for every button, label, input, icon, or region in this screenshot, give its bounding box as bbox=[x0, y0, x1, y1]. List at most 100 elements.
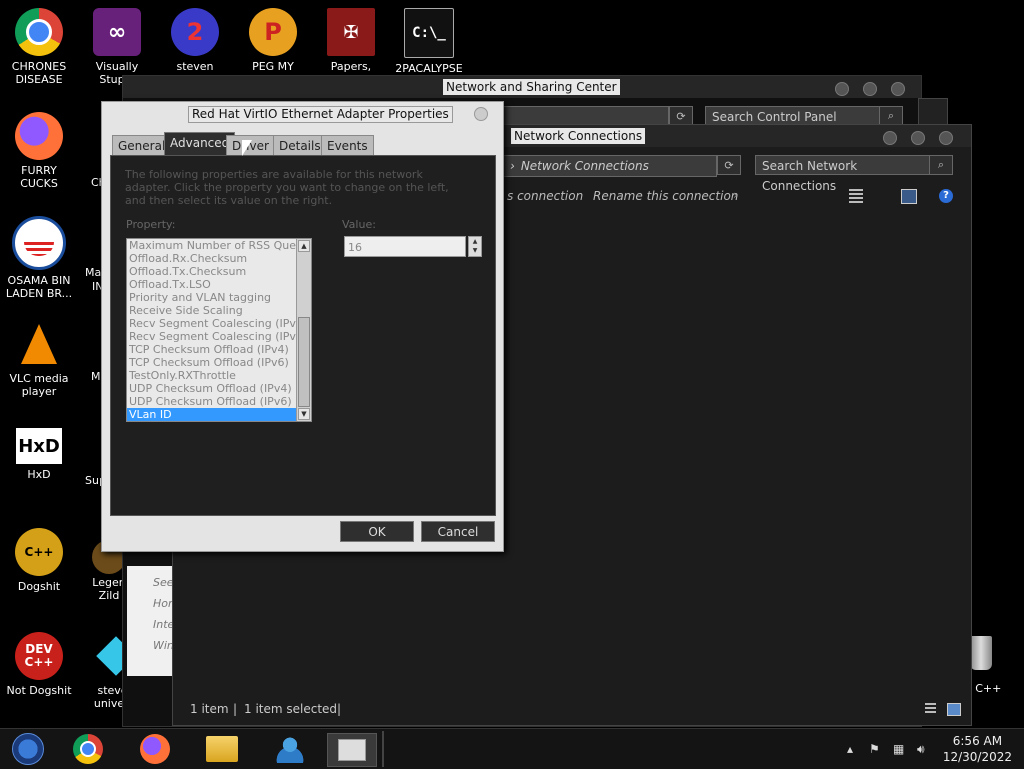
icon-label: Not Dogshit bbox=[6, 684, 72, 697]
list-item[interactable]: Offload.Tx.LSO bbox=[127, 278, 311, 291]
refresh-button[interactable]: ⟳ bbox=[669, 106, 693, 126]
search-control-panel-input[interactable]: Search Control Panel bbox=[705, 106, 881, 126]
desktop-icon-chrones-disease[interactable]: CHRONES DISEASE bbox=[1, 8, 77, 86]
icon-label: 2PACALYPSE bbox=[395, 62, 463, 75]
list-item[interactable]: UDP Checksum Offload (IPv6) bbox=[127, 395, 311, 408]
list-item[interactable]: TestOnly.RXThrottle bbox=[127, 369, 311, 382]
firefox-icon[interactable] bbox=[131, 733, 179, 765]
network-people-icon[interactable] bbox=[266, 733, 314, 765]
icon-label: HxD bbox=[27, 468, 51, 481]
search-icon[interactable]: ⌕ bbox=[929, 155, 953, 175]
breadcrumb-chevron-icon: › bbox=[510, 159, 515, 173]
list-item[interactable]: UDP Checksum Offload (IPv4) bbox=[127, 382, 311, 395]
window-title: Network Connections bbox=[511, 128, 646, 144]
volume-icon[interactable]: 🔊︎ bbox=[917, 742, 925, 757]
list-item-selected[interactable]: VLan ID bbox=[127, 408, 311, 421]
file-explorer-icon[interactable] bbox=[198, 733, 246, 765]
spin-up-icon[interactable]: ▲ bbox=[469, 237, 481, 246]
partial-icon-label: M bbox=[91, 370, 101, 383]
pc-2-icon: 2 bbox=[171, 8, 219, 56]
firefox-icon bbox=[15, 112, 63, 160]
dialog-title: Red Hat VirtIO Ethernet Adapter Properti… bbox=[188, 106, 453, 123]
tab-events[interactable]: Events bbox=[321, 135, 374, 155]
window-edge bbox=[918, 98, 948, 126]
icon-label: Papers, bbox=[330, 60, 372, 73]
clock-date: 12/30/2022 bbox=[942, 750, 1012, 764]
cancel-button[interactable]: Cancel bbox=[421, 521, 495, 542]
list-item[interactable]: Priority and VLAN tagging bbox=[127, 291, 311, 304]
chrome-icon[interactable] bbox=[64, 733, 112, 765]
desktop-icon-steven[interactable]: 2 steven bbox=[157, 8, 233, 73]
tab-details[interactable]: Details bbox=[273, 135, 327, 155]
status-selected-count: 1 item selected bbox=[244, 702, 338, 716]
desktop-icon-not-dogshit[interactable]: DEV C++ Not Dogshit bbox=[1, 632, 77, 697]
mouse-cursor-icon bbox=[242, 140, 252, 156]
search-network-connections-input[interactable]: Search Network Connections bbox=[755, 155, 931, 193]
papers-please-icon: ✠ bbox=[327, 8, 375, 56]
close-button[interactable] bbox=[939, 131, 953, 145]
breadcrumb-network-connections[interactable]: Network Connections bbox=[521, 159, 649, 173]
windows-start-icon[interactable] bbox=[4, 733, 52, 765]
side-link[interactable]: See bbox=[153, 576, 174, 589]
minimize-button[interactable] bbox=[883, 131, 897, 145]
tab-advanced[interactable]: Advanced bbox=[164, 132, 236, 156]
property-list-scrollbar[interactable]: ▲ ▼ bbox=[296, 239, 311, 421]
obama-logo-icon bbox=[12, 216, 66, 270]
list-item[interactable]: Offload.Tx.Checksum bbox=[127, 265, 311, 278]
advanced-tab-panel: The following properties are available f… bbox=[110, 155, 496, 516]
preview-pane-icon[interactable] bbox=[901, 189, 917, 204]
tab-general[interactable]: General bbox=[112, 135, 172, 155]
list-item[interactable]: Recv Segment Coalescing (IPv6) bbox=[127, 330, 311, 343]
scroll-down-arrow-icon[interactable]: ▼ bbox=[298, 408, 310, 420]
desktop-icon-dogshit[interactable]: C++ Dogshit bbox=[1, 528, 77, 593]
side-link[interactable]: Win bbox=[153, 639, 174, 652]
icon-label: Dogshit bbox=[17, 580, 61, 593]
address-bar[interactable]: › Network Connections bbox=[501, 155, 717, 177]
command-chevron-icon[interactable]: › bbox=[733, 188, 738, 202]
show-hidden-icons-icon[interactable]: ▴ bbox=[847, 742, 853, 756]
command-rename-partial[interactable]: s connection bbox=[507, 189, 583, 203]
peggle-icon: P bbox=[249, 8, 297, 56]
list-item[interactable]: Recv Segment Coalescing (IPv4) bbox=[127, 317, 311, 330]
desktop-icon-furry-cucks[interactable]: FURRY CUCKS bbox=[1, 112, 77, 190]
scroll-up-arrow-icon[interactable]: ▲ bbox=[298, 240, 310, 252]
property-label: Property: bbox=[126, 218, 176, 231]
close-button[interactable] bbox=[474, 107, 488, 121]
list-item[interactable]: TCP Checksum Offload (IPv4) bbox=[127, 343, 311, 356]
desktop-icon-hxd[interactable]: HxD HxD bbox=[1, 428, 77, 481]
network-status-icon[interactable]: ▦ bbox=[893, 742, 904, 756]
search-icon[interactable]: ⌕ bbox=[879, 106, 903, 126]
value-spinner[interactable]: ▲ ▼ bbox=[468, 236, 482, 257]
refresh-button[interactable]: ⟳ bbox=[717, 155, 741, 175]
system-clock[interactable]: 6:56 AM 12/30/2022 bbox=[943, 733, 1012, 765]
status-divider: | bbox=[233, 702, 238, 716]
close-button[interactable] bbox=[891, 82, 905, 96]
list-item[interactable]: TCP Checksum Offload (IPv6) bbox=[127, 356, 311, 369]
value-field[interactable]: 16 bbox=[344, 236, 466, 257]
desktop-icon-papers[interactable]: ✠ Papers, bbox=[313, 8, 389, 73]
help-icon[interactable]: ? bbox=[939, 189, 953, 203]
control-panel-icon[interactable] bbox=[327, 733, 377, 767]
view-options-icon[interactable] bbox=[849, 189, 863, 203]
action-center-flag-icon[interactable]: ⚑ bbox=[869, 742, 880, 756]
minimize-button[interactable] bbox=[835, 82, 849, 96]
desktop-icon-osama-bin-laden[interactable]: OSAMA BIN LADEN BR... bbox=[1, 216, 77, 300]
maximize-button[interactable] bbox=[863, 82, 877, 96]
list-item[interactable]: Offload.Rx.Checksum bbox=[127, 252, 311, 265]
adapter-properties-dialog[interactable]: Red Hat VirtIO Ethernet Adapter Properti… bbox=[101, 101, 504, 552]
rename-connection-command[interactable]: Rename this connection bbox=[593, 189, 738, 203]
ok-button[interactable]: OK bbox=[340, 521, 414, 542]
spin-down-icon[interactable]: ▼ bbox=[469, 246, 481, 255]
window-title: Network and Sharing Center bbox=[443, 79, 620, 95]
property-list[interactable]: Maximum Number of RSS Queues Offload.Rx.… bbox=[126, 238, 312, 422]
desktop-icon-vlc[interactable]: VLC media player bbox=[1, 320, 77, 398]
cmd-icon: C:\_ bbox=[404, 8, 454, 58]
large-icons-view-icon[interactable] bbox=[947, 703, 961, 716]
list-item[interactable]: Receive Side Scaling bbox=[127, 304, 311, 317]
details-view-icon[interactable] bbox=[925, 703, 936, 714]
maximize-button[interactable] bbox=[911, 131, 925, 145]
desktop-icon-2pacalypse[interactable]: C:\_ 2PACALYPSE bbox=[391, 8, 467, 75]
scroll-thumb[interactable] bbox=[298, 317, 310, 407]
list-item[interactable]: Maximum Number of RSS Queues bbox=[127, 239, 311, 252]
visual-studio-icon: ∞ bbox=[93, 8, 141, 56]
